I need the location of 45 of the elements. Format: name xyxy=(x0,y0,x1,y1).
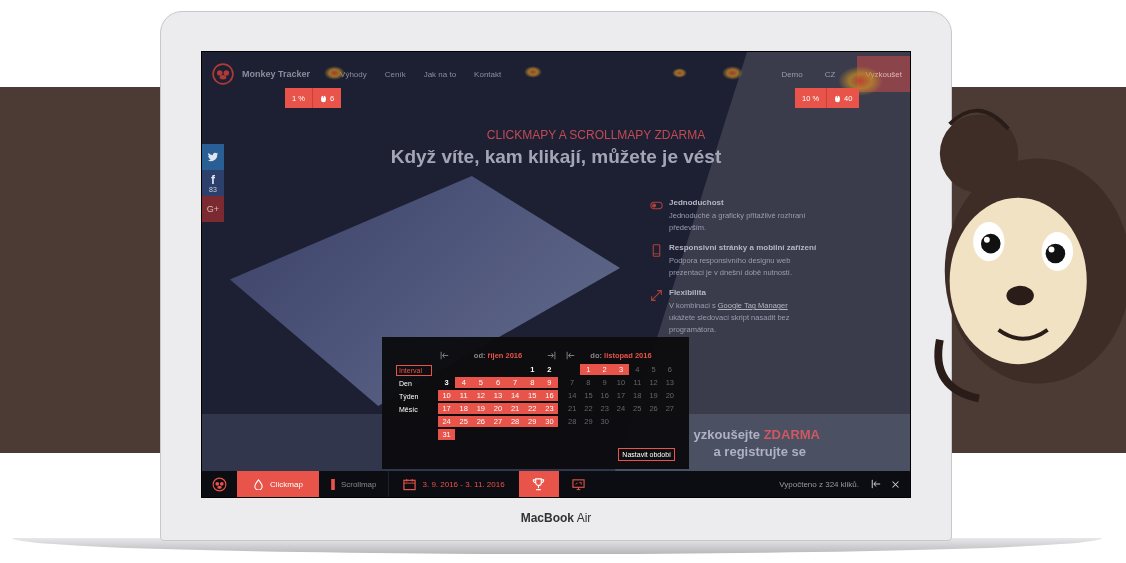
hero-kicker: CLICKMAPY A SCROLLMAPY ZDARMA xyxy=(486,128,706,142)
date-range-button[interactable]: 3. 9. 2016 - 3. 11. 2016 xyxy=(388,471,519,497)
nav-link[interactable]: Výhody xyxy=(340,69,367,79)
brand-name[interactable]: Monkey Tracker xyxy=(242,69,311,79)
trophy-button[interactable] xyxy=(518,471,559,497)
nav-link[interactable]: Kontakt xyxy=(474,69,502,79)
heatmap-spot xyxy=(722,66,743,80)
hero-headline: Když víte, kam klikají, můžete je vést xyxy=(390,146,722,168)
phone-icon xyxy=(650,244,663,257)
status-text: Vypočteno z 324 kliků. xyxy=(779,479,859,489)
google-plus-icon: G+ xyxy=(206,204,220,214)
nav-link[interactable]: Ceník xyxy=(384,69,406,79)
bird-icon xyxy=(207,151,219,163)
mode-tab[interactable]: Scrollmap xyxy=(318,471,389,497)
nav-link[interactable]: CZ xyxy=(824,69,836,79)
scroll-bar-icon xyxy=(330,478,335,490)
facebook-icon: f xyxy=(211,173,215,186)
toggle-icon xyxy=(650,199,663,212)
first-page-icon[interactable] xyxy=(566,350,575,360)
device-label: MacBook Air xyxy=(520,511,592,525)
feature-title: Flexibilita xyxy=(669,288,707,297)
nav-link[interactable]: Jak na to xyxy=(423,69,457,79)
monkey-logo-icon[interactable] xyxy=(212,63,234,85)
drop-icon xyxy=(253,478,264,490)
cta-subline: a registrujte se xyxy=(713,443,806,459)
mode-tab[interactable]: Clickmap xyxy=(237,471,319,497)
last-page-icon[interactable] xyxy=(547,350,556,360)
nav-link[interactable]: Demo xyxy=(781,69,803,79)
mouse-icon xyxy=(834,93,842,103)
close-icon[interactable] xyxy=(891,479,900,489)
first-page-icon[interactable] xyxy=(440,350,449,360)
heatmap-spot xyxy=(672,68,687,78)
feature-title: Responsivní stránky a mobilní zařízení xyxy=(669,243,817,252)
resize-icon xyxy=(650,289,663,302)
monkey-logo-icon[interactable] xyxy=(212,476,227,492)
mouse-icon xyxy=(319,93,327,103)
twitter-share-button[interactable] xyxy=(202,144,224,170)
monitor-icon xyxy=(572,477,586,491)
trophy-icon xyxy=(532,477,546,491)
heatmap-spot xyxy=(524,66,542,78)
feature-title: Jednoduchost xyxy=(669,198,725,207)
calendar-icon xyxy=(403,477,417,491)
google-plus-share-button[interactable]: G+ xyxy=(202,196,224,222)
cta-headline: yzkoušejte ZDARMA xyxy=(693,426,820,442)
collapse-icon[interactable] xyxy=(871,479,881,489)
